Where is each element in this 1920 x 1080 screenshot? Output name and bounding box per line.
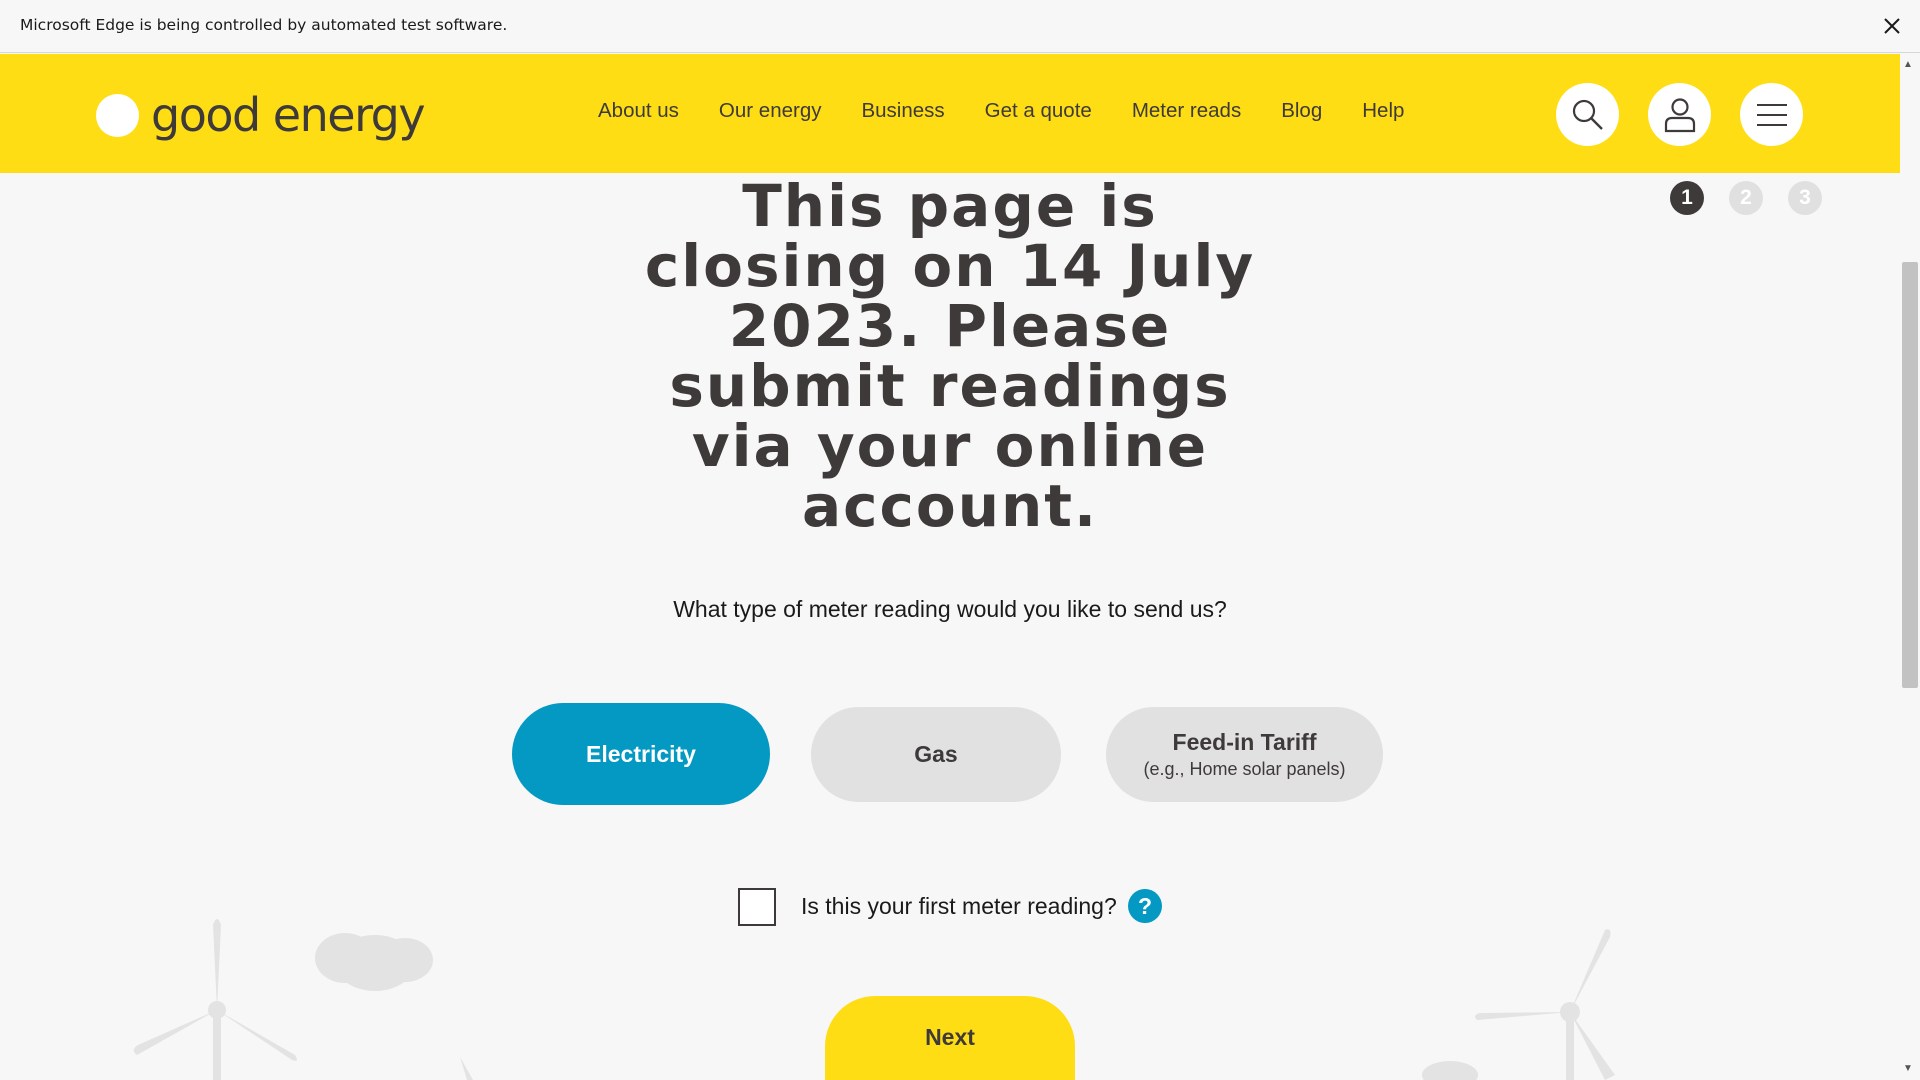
next-button[interactable]: Next [825, 996, 1075, 1080]
feed-in-tariff-option-sublabel: (e.g., Home solar panels) [1143, 759, 1346, 779]
main-nav: About us Our energy Business Get a quote… [598, 99, 1444, 123]
infobar-message: Microsoft Edge is being controlled by au… [20, 16, 508, 34]
step-1: 1 [1670, 181, 1704, 215]
nav-meter-reads[interactable]: Meter reads [1132, 99, 1241, 123]
nav-about-us[interactable]: About us [598, 99, 679, 123]
nav-our-energy[interactable]: Our energy [719, 99, 822, 123]
nav-business[interactable]: Business [861, 99, 944, 123]
gas-option-label: Gas [914, 741, 958, 767]
nav-blog[interactable]: Blog [1281, 99, 1322, 123]
electricity-option[interactable]: Electricity [512, 703, 770, 805]
menu-button[interactable] [1740, 83, 1803, 146]
scroll-down-arrow-icon[interactable]: ▼ [1903, 1063, 1913, 1074]
search-button[interactable] [1556, 83, 1619, 146]
logo[interactable]: good energy [96, 88, 426, 142]
help-question-icon[interactable]: ? [1128, 889, 1162, 923]
feed-in-tariff-option[interactable]: Feed-in Tariff (e.g., Home solar panels) [1106, 707, 1383, 802]
account-button[interactable] [1648, 83, 1711, 146]
first-reading-label: Is this your first meter reading? [801, 893, 1117, 919]
step-3: 3 [1788, 181, 1822, 215]
automation-infobar: Microsoft Edge is being controlled by au… [0, 0, 1920, 53]
feed-in-tariff-option-label: Feed-in Tariff [1172, 729, 1317, 755]
scroll-up-arrow-icon[interactable]: ▲ [1903, 59, 1913, 70]
account-icon [1664, 97, 1695, 132]
turbine-blade-fragment-icon [460, 1057, 473, 1080]
meter-type-question: What type of meter reading would you lik… [673, 596, 1227, 622]
closing-notice-heading: This page is closing on 14 July 2023. Pl… [644, 172, 1256, 540]
logo-sun-icon [96, 93, 139, 137]
nav-help[interactable]: Help [1362, 99, 1404, 123]
first-reading-checkbox[interactable] [738, 888, 776, 926]
nav-get-a-quote[interactable]: Get a quote [985, 99, 1092, 123]
search-icon [1572, 99, 1603, 130]
scrollbar-thumb[interactable] [1902, 262, 1918, 688]
wind-turbine-right-icon [1422, 929, 1615, 1080]
next-button-label: Next [925, 1024, 975, 1050]
close-icon[interactable] [1880, 14, 1904, 38]
site-header: good energy About us Our energy Business… [0, 54, 1900, 173]
step-2: 2 [1729, 181, 1763, 215]
logo-text: good energy [151, 88, 426, 142]
wind-turbine-left-icon [133, 919, 433, 1080]
gas-option[interactable]: Gas [811, 707, 1061, 802]
menu-icon [1756, 103, 1787, 126]
electricity-option-label: Electricity [586, 740, 696, 767]
